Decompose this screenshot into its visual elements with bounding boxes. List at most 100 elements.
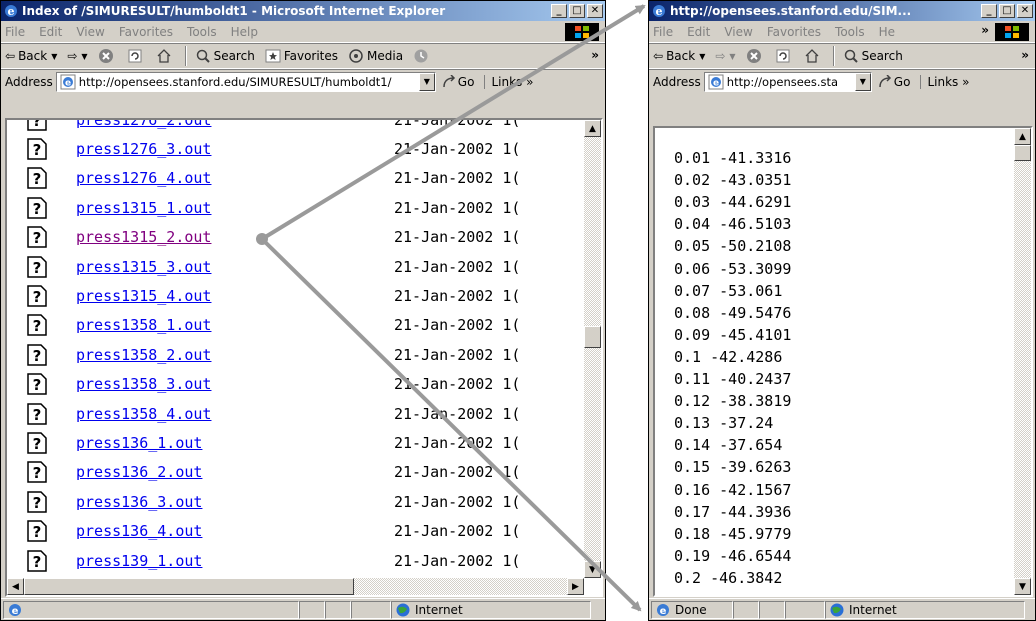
title-bar[interactable]: e Index of /SIMURESULT/humboldt1 - Micro… (1, 1, 605, 21)
svg-text:?: ? (33, 464, 42, 482)
address-dropdown-icon[interactable]: ▼ (418, 72, 435, 91)
close-button[interactable]: ✕ (587, 4, 603, 18)
links-button[interactable]: Links » (920, 74, 969, 89)
svg-text:?: ? (33, 494, 42, 512)
toolbar-overflow-chevron-icon[interactable]: » (591, 48, 599, 62)
home-button[interactable] (156, 48, 175, 64)
go-arrow-icon (879, 74, 891, 87)
back-button[interactable]: ⇦ Back ▼ (5, 49, 57, 63)
menu-tools[interactable]: Tools (835, 25, 865, 39)
menu-help[interactable]: He (879, 25, 895, 39)
search-button[interactable]: Search (843, 48, 903, 64)
chevron-down-icon: ▼ (699, 51, 706, 61)
list-item: ? press1276_2.out 21-Jan-2002 1( (7, 118, 521, 134)
menu-favorites[interactable]: Favorites (767, 25, 821, 39)
file-link[interactable]: press136_4.out (76, 522, 394, 540)
list-item: ? press136_3.out 21-Jan-2002 1( (7, 487, 520, 516)
scroll-up-arrow-icon[interactable]: ▲ (1014, 128, 1031, 145)
horizontal-scrollbar[interactable]: ◀ ▶ (7, 578, 584, 595)
horizontal-scroll-thumb[interactable] (24, 578, 354, 595)
menu-help[interactable]: Help (231, 25, 258, 39)
address-input[interactable]: e http://opensees.stanford.edu/SIMURESUL… (55, 71, 436, 92)
media-button[interactable]: Media (348, 48, 403, 64)
back-button[interactable]: ⇦ Back ▼ (653, 49, 705, 63)
status-pane (759, 600, 785, 619)
scroll-down-arrow-icon[interactable]: ▼ (1014, 578, 1031, 595)
close-button[interactable]: ✕ (1017, 4, 1033, 18)
status-pane (733, 600, 759, 619)
menu-edit[interactable]: Edit (687, 25, 710, 39)
search-button[interactable]: Search (195, 48, 255, 64)
list-item: ? press136_4.out 21-Jan-2002 1( (7, 517, 520, 546)
history-button[interactable] (413, 48, 432, 64)
file-link[interactable]: press1315_2.out (76, 228, 394, 246)
minimize-button[interactable]: _ (551, 4, 567, 18)
file-link[interactable]: press136_3.out (76, 493, 394, 511)
go-button[interactable]: Go (442, 74, 475, 89)
file-link[interactable]: press1276_4.out (76, 169, 394, 187)
favorites-button[interactable]: Favorites (265, 48, 338, 64)
data-line: 0.15 -39.6263 (674, 458, 792, 477)
address-dropdown-icon[interactable]: ▼ (854, 72, 871, 91)
svg-text:e: e (660, 606, 667, 617)
file-link[interactable]: press1276_2.out (76, 120, 394, 129)
data-line: 0.16 -42.1567 (674, 480, 792, 499)
file-link[interactable]: press1358_3.out (76, 375, 394, 393)
forward-button[interactable]: ⇨ ▼ (715, 49, 735, 63)
file-link[interactable]: press1315_4.out (76, 287, 394, 305)
address-input[interactable]: e http://opensees.sta ▼ (703, 71, 872, 92)
list-item: ? press1358_2.out 21-Jan-2002 1( (7, 340, 520, 369)
scroll-down-arrow-icon[interactable]: ▼ (584, 561, 601, 578)
scroll-right-arrow-icon[interactable]: ▶ (567, 578, 584, 595)
forward-button[interactable]: ⇨ ▼ (67, 49, 87, 63)
title-bar[interactable]: e http://opensees.stanford.edu/SIM... _ … (649, 1, 1035, 21)
file-link[interactable]: press1358_4.out (76, 405, 394, 423)
scroll-left-arrow-icon[interactable]: ◀ (7, 578, 24, 595)
menu-file[interactable]: File (5, 25, 25, 39)
home-button[interactable] (804, 48, 823, 64)
menu-view[interactable]: View (76, 25, 104, 39)
file-link[interactable]: press1315_3.out (76, 258, 394, 276)
toolbar-overflow-chevron-icon[interactable]: » (1021, 48, 1029, 62)
scroll-thumb[interactable] (584, 326, 601, 348)
menu-favorites[interactable]: Favorites (119, 25, 173, 39)
menu-view[interactable]: View (724, 25, 752, 39)
menu-edit[interactable]: Edit (39, 25, 62, 39)
refresh-button[interactable] (127, 48, 146, 64)
file-link[interactable]: press139_1.out (76, 552, 394, 570)
go-label: Go (457, 74, 475, 89)
refresh-button[interactable] (775, 48, 794, 64)
menu-tools[interactable]: Tools (187, 25, 217, 39)
stop-button[interactable] (98, 48, 117, 64)
go-button[interactable]: Go (878, 74, 910, 89)
maximize-button[interactable]: □ (569, 4, 585, 18)
menu-overflow-chevron-icon[interactable]: » (981, 23, 989, 37)
forward-arrow-icon: ⇨ (67, 49, 78, 63)
stop-button[interactable] (746, 48, 765, 64)
scroll-up-arrow-icon[interactable]: ▲ (584, 120, 601, 137)
scroll-thumb[interactable] (1014, 145, 1031, 161)
file-link[interactable]: press136_2.out (76, 463, 394, 481)
minimize-button[interactable]: _ (981, 4, 997, 18)
unknown-file-icon: ? (27, 373, 47, 395)
page-status-icon: e (9, 603, 21, 617)
forward-arrow-icon: ⇨ (715, 49, 726, 63)
vertical-scrollbar[interactable]: ▲ ▼ (584, 120, 601, 578)
links-button[interactable]: Links » (484, 74, 533, 89)
data-line: 0.18 -45.9779 (674, 524, 792, 543)
file-link[interactable]: press1358_1.out (76, 316, 394, 334)
unknown-file-icon: ? (27, 120, 47, 131)
file-link[interactable]: press1315_1.out (76, 199, 394, 217)
status-pane (351, 600, 391, 619)
data-line: 0.09 -45.4101 (674, 325, 792, 344)
file-date: 21-Jan-2002 1( (394, 118, 521, 129)
file-date: 21-Jan-2002 1( (394, 551, 521, 570)
maximize-button[interactable]: □ (999, 4, 1015, 18)
file-link[interactable]: press1276_3.out (76, 140, 394, 158)
file-link[interactable]: press1358_2.out (76, 346, 394, 364)
list-item: ? press136_1.out 21-Jan-2002 1( (7, 428, 520, 457)
file-link[interactable]: press136_1.out (76, 434, 394, 452)
vertical-scrollbar[interactable]: ▲ ▼ (1014, 128, 1031, 595)
menu-file[interactable]: File (653, 25, 673, 39)
unknown-file-icon: ? (27, 432, 47, 454)
